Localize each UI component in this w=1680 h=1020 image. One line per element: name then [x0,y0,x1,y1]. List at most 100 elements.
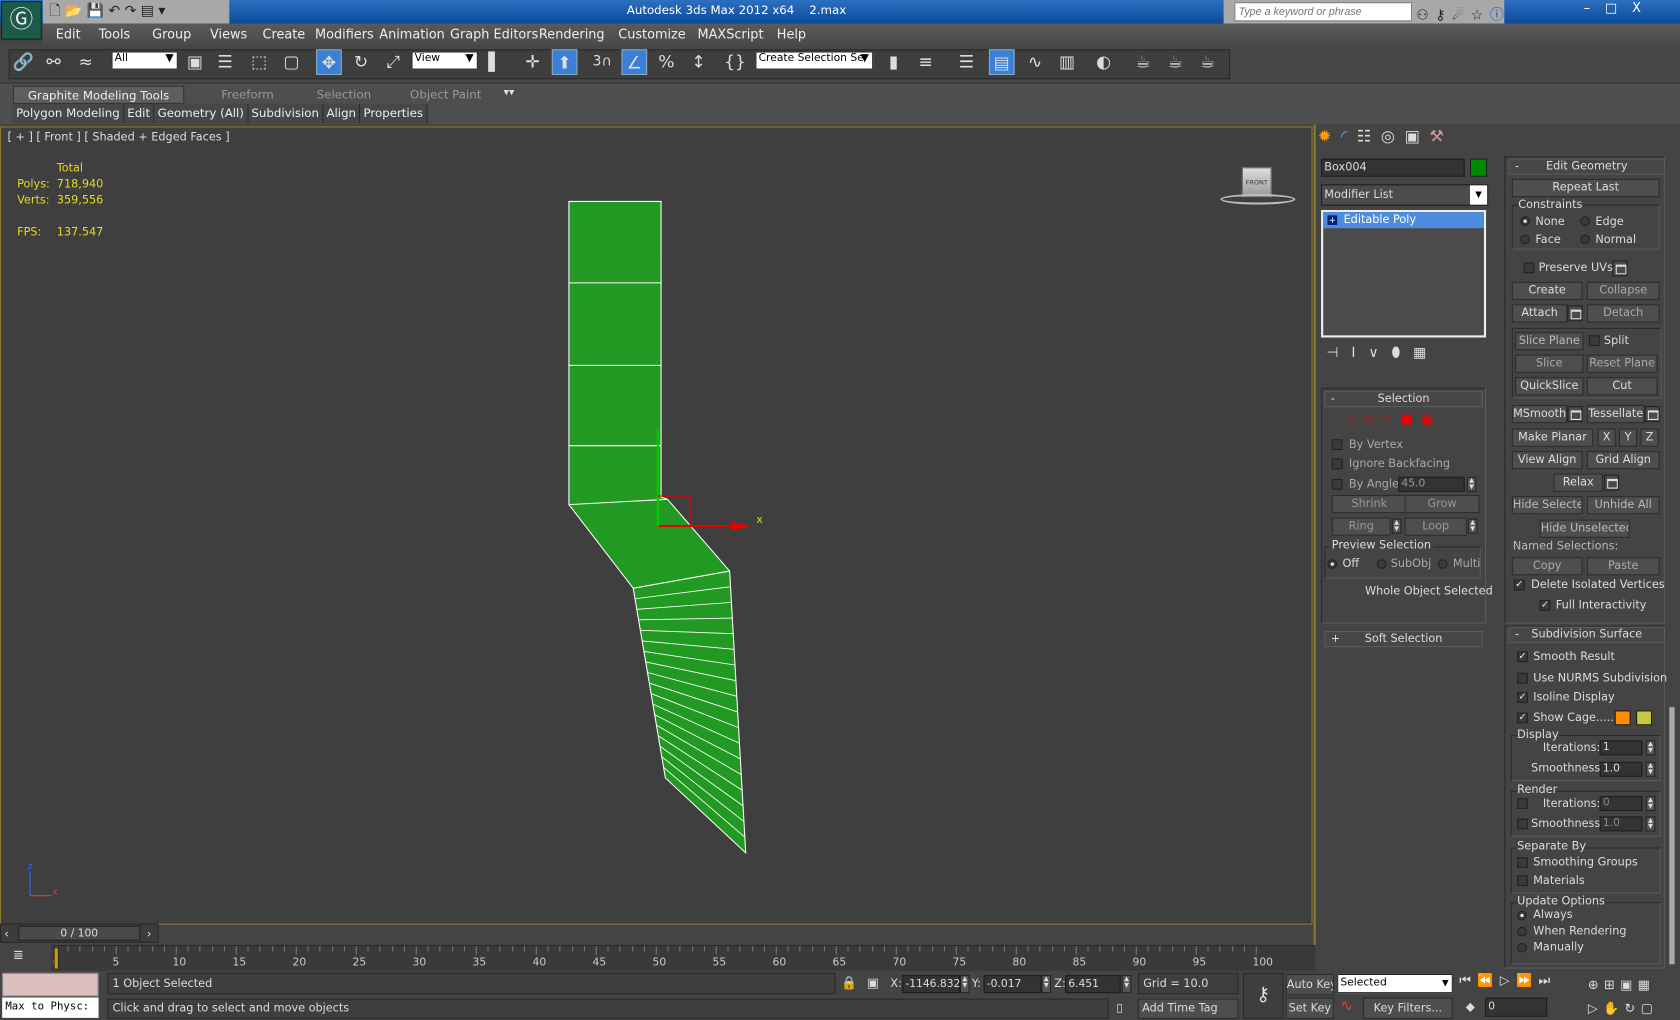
play-icon[interactable]: ▷ [1500,973,1516,988]
x-coordinate-field[interactable]: -1146.832 [902,975,960,994]
tessellate-button[interactable]: Tessellate [1586,405,1645,424]
quickslice-button[interactable]: QuickSlice [1515,377,1584,396]
vertex-mode-icon[interactable]: ∴ [1346,411,1363,426]
full-interactivity-checkbox[interactable]: ✓ [1539,600,1551,611]
cage-color-swatch[interactable] [1614,710,1631,726]
menu-create[interactable]: Create [263,24,306,45]
key-mode-dropdown[interactable]: Selected ▼ [1337,973,1453,994]
menu-group[interactable]: Group [152,24,191,45]
add-time-tag-button[interactable]: Add Time Tag [1137,998,1239,1019]
angle-field[interactable]: 45.0 [1398,476,1465,492]
selection-lock-icon[interactable]: 🔒 [841,975,857,990]
display-iterations-field[interactable]: 1 [1599,740,1643,756]
ribbon-tab-selection[interactable]: Selection [296,86,392,104]
align-icon[interactable]: ≡ [913,49,939,75]
named-selection-dropdown[interactable]: Create Selection Se ▼ [755,51,874,70]
previous-key-icon[interactable]: ⏪ [1477,973,1499,988]
make-planar-button[interactable]: Make Planar [1511,428,1594,447]
selection-filter-dropdown[interactable]: All ▼ [111,51,178,70]
polygon-mode-icon[interactable]: ■ [1400,411,1421,426]
set-key-icon[interactable]: ⚷ [1242,972,1284,1019]
restore-icon[interactable]: □ [1605,0,1632,15]
star-icon[interactable]: ☆ [1471,8,1490,24]
percent-snap-icon[interactable]: % [654,49,680,75]
expand-icon[interactable]: + [1327,215,1338,226]
link-icon[interactable]: 🔗 [11,49,37,75]
ribbon-panel-align[interactable]: Align [323,103,361,124]
menu-customize[interactable]: Customize [618,24,686,45]
maximize-viewport-icon[interactable]: ▢ [1641,1001,1659,1016]
display-smoothness-spinner[interactable]: ▲ ▼ [1645,761,1656,777]
render-iterations-spinner[interactable]: ▲ ▼ [1645,796,1656,812]
preview-off-radio[interactable] [1327,559,1338,569]
planar-y-button[interactable]: Y [1618,428,1638,447]
search-input[interactable] [1234,2,1413,22]
zoom-icon[interactable]: ⊕ [1588,977,1604,992]
soft-selection-rollout-header[interactable]: + Soft Selection [1324,631,1483,648]
mirror-icon[interactable]: ▮ [881,49,907,75]
repeat-last-button[interactable]: Repeat Last [1511,178,1660,198]
relax-button[interactable]: Relax [1553,473,1603,492]
maxscript-listener[interactable] [2,972,99,997]
current-frame-field[interactable]: 0 [1485,997,1548,1017]
ribbon-panel-properties[interactable]: Properties [360,103,428,124]
attach-settings-button[interactable] [1567,305,1583,322]
render-iterations-checkbox[interactable] [1517,798,1528,809]
redo-icon[interactable]: ↷ [125,3,137,19]
split-checkbox[interactable] [1588,335,1600,347]
zoom-all-icon[interactable]: ⊞ [1604,977,1620,992]
ribbon-panel-geometry-all-[interactable]: Geometry (All) [154,103,249,124]
menu-tools[interactable]: Tools [99,24,131,45]
object-name-field[interactable]: Box004 [1321,158,1465,177]
selection-rollout-header[interactable]: - Selection [1324,391,1483,408]
update-when-rendering-radio[interactable] [1517,926,1527,937]
command-panel-scrollbar[interactable] [1669,707,1675,965]
preserve-uvs-checkbox[interactable] [1523,262,1535,274]
ignore-backfacing-checkbox[interactable] [1331,458,1343,470]
scale-icon[interactable]: ⤢ [380,49,406,75]
save-icon[interactable]: 💾 [87,3,104,19]
next-frame-arrow[interactable]: › [147,927,152,941]
cut-button[interactable]: Cut [1586,377,1658,396]
manipulate-icon[interactable]: ✛ [520,49,546,75]
close-icon[interactable]: X [1632,0,1656,15]
rendered-frame-icon[interactable]: ☕ [1163,49,1189,75]
tessellate-settings-button[interactable] [1644,406,1660,423]
time-slider[interactable]: ‹ 0 / 100 › [0,923,159,943]
project-icon[interactable]: ▤ [141,3,154,19]
z-spinner[interactable]: ▲ ▼ [1121,975,1132,994]
planar-z-button[interactable]: Z [1640,428,1659,447]
ribbon-panel-subdivision[interactable]: Subdivision [248,103,324,124]
absolute-mode-icon[interactable]: ▣ [867,975,879,990]
hide-selected-button[interactable]: Hide Selected [1511,496,1583,515]
pivot-center-icon[interactable]: ▌ [482,49,508,75]
isoline-display-checkbox[interactable]: ✓ [1517,692,1528,703]
loop-spinner[interactable]: ▲ ▼ [1467,518,1478,534]
window-crossing-icon[interactable]: ▢ [279,49,305,75]
z-coordinate-field[interactable]: 6.451 [1065,975,1121,994]
bind-space-warp-icon[interactable]: ≈ [73,49,99,75]
orbit-icon[interactable]: ↻ [1624,1001,1640,1016]
move-icon[interactable]: ✥ [316,49,342,76]
show-cage-checkbox[interactable]: ✓ [1517,712,1528,724]
zoom-extents-icon[interactable]: ▣ [1620,977,1638,992]
edge-mode-icon[interactable]: ◁ [1362,411,1380,426]
grow-button[interactable]: Grow [1404,495,1480,514]
key-filters-button[interactable]: Key Filters... [1362,997,1453,1019]
materials-checkbox[interactable] [1517,875,1528,887]
msmooth-button[interactable]: MSmooth [1511,405,1568,424]
y-spinner[interactable]: ▲ ▼ [1041,975,1052,994]
dropdown-icon[interactable]: ▾ [158,3,165,19]
render-iterations-field[interactable]: 0 [1599,796,1643,812]
rectangle-selection-icon[interactable]: ⬚ [246,49,272,75]
modify-tab-icon[interactable]: ◜ [1341,126,1357,145]
utilities-tab-icon[interactable]: ⚒ [1429,126,1453,145]
menu-graph-editors[interactable]: Graph Editors [450,24,538,45]
menu-rendering[interactable]: Rendering [539,24,605,45]
view-align-button[interactable]: View Align [1511,451,1583,470]
mini-curve-editor-icon[interactable]: ≣ [13,947,24,962]
timeline-track[interactable]: 0510152025303540455055606570758085909510… [51,945,1316,971]
pan-icon[interactable]: ✋ [1603,1001,1624,1016]
satellite-icon[interactable]: ☄ [1452,8,1471,24]
maxscript-mini-listener[interactable]: Max to Physc: [2,997,99,1018]
